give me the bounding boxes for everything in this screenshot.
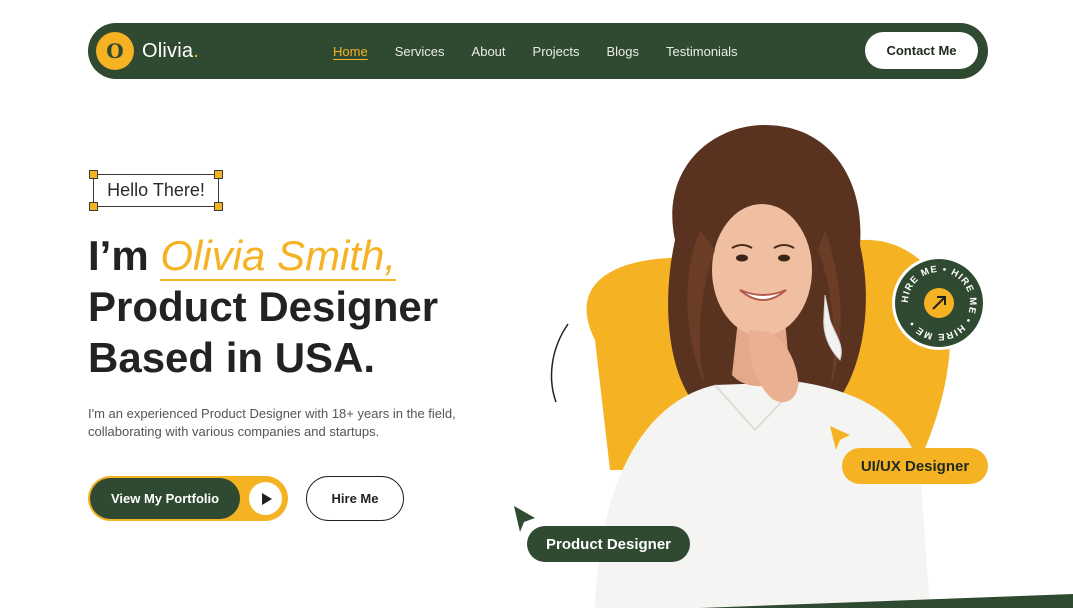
portrait-face	[712, 204, 812, 336]
hire-me-button[interactable]: Hire Me	[306, 476, 404, 521]
navbar: O Olivia. Home Services About Projects B…	[88, 23, 988, 79]
nav-about[interactable]: About	[472, 44, 506, 59]
selection-handle	[214, 202, 223, 211]
headline-name: Olivia Smith,	[160, 232, 397, 281]
logo[interactable]: O Olivia.	[96, 32, 199, 70]
accent-curve	[550, 323, 569, 403]
headline-prefix: I’m	[88, 232, 149, 279]
nav-projects[interactable]: Projects	[533, 44, 580, 59]
hire-me-badge[interactable]: HIRE ME • HIRE ME • HIRE ME •	[891, 255, 987, 351]
greeting-tag: Hello There!	[89, 170, 223, 211]
hero-description: I'm an experienced Product Designer with…	[88, 406, 456, 439]
logo-dot: .	[193, 39, 199, 62]
portfolio-cta: View My Portfolio	[88, 476, 288, 521]
nav-testimonials[interactable]: Testimonials	[666, 44, 738, 59]
cursor-arrow-icon	[514, 506, 535, 532]
play-button[interactable]	[249, 482, 282, 515]
view-portfolio-button[interactable]: View My Portfolio	[90, 478, 240, 519]
selection-handle	[89, 170, 98, 179]
selection-handle	[214, 170, 223, 179]
nav-links: Home Services About Projects Blogs Testi…	[333, 44, 765, 59]
headline-location: Based in USA.	[88, 334, 376, 381]
hero-headline: I’m Olivia Smith, Product Designer Based…	[88, 230, 438, 383]
tag-uiux-designer: UI/UX Designer	[842, 448, 988, 484]
nav-blogs[interactable]: Blogs	[607, 44, 640, 59]
contact-me-button[interactable]: Contact Me	[865, 32, 978, 69]
greeting-text: Hello There!	[107, 180, 205, 200]
logo-badge: O	[96, 32, 134, 70]
nav-services[interactable]: Services	[395, 44, 445, 59]
logo-name: Olivia	[142, 39, 194, 62]
selection-handle	[89, 202, 98, 211]
nav-home[interactable]: Home	[333, 44, 368, 59]
tag-product-designer: Product Designer	[527, 526, 690, 562]
play-icon	[261, 492, 272, 505]
headline-role: Product Designer	[88, 283, 439, 330]
